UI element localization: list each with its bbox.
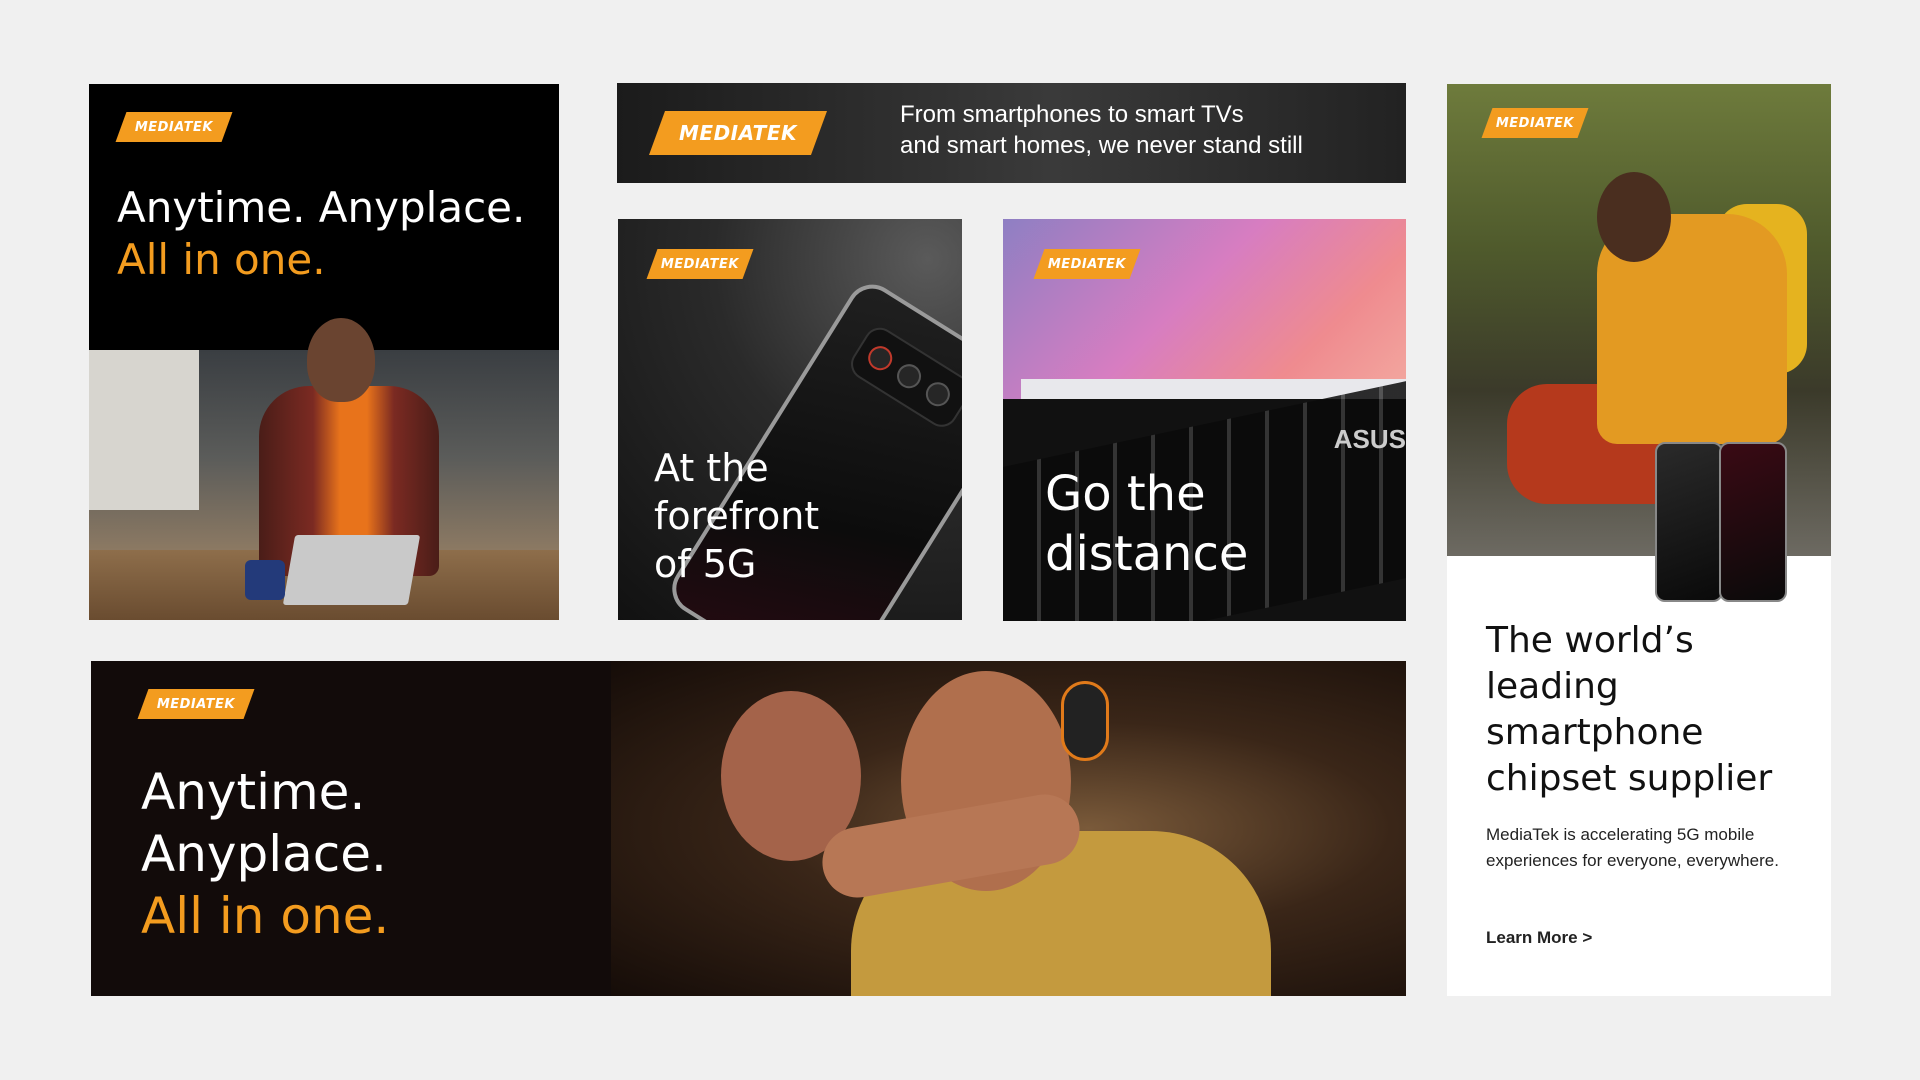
title-line-1: The world’s — [1486, 620, 1694, 661]
banner-text-line-1: From smartphones to smart TVs — [900, 101, 1244, 128]
headline-line-2: distance — [1045, 526, 1249, 582]
mediatek-logo: MEDIATEK — [648, 111, 828, 155]
headline-line-1: Anytime. Anyplace. — [117, 183, 526, 232]
headline: Anytime. Anyplace. All in one. — [141, 761, 389, 947]
title-line-3: smartphone — [1486, 712, 1704, 753]
mediatek-logo: MEDIATEK — [115, 112, 233, 142]
laptop-screen-image — [1003, 219, 1406, 399]
headline-line-2: forefront — [654, 494, 820, 538]
headline: Anytime. Anyplace. All in one. — [117, 182, 525, 286]
headline-line-1: Go the — [1045, 466, 1206, 522]
mediatek-logo: MEDIATEK — [646, 249, 754, 279]
title-line-4: chipset supplier — [1486, 758, 1773, 799]
headphones-image — [1061, 681, 1109, 761]
ad-card-chipset-supplier[interactable]: MEDIATEK The world’s leading smartphone … — [1447, 84, 1831, 996]
ad-card-anytime-square[interactable]: MEDIATEK Anytime. Anyplace. All in one. — [89, 84, 559, 620]
mediatek-logo: MEDIATEK — [1481, 108, 1589, 138]
headline-line-1: At the — [654, 446, 769, 490]
headline-accent-line: All in one. — [141, 887, 390, 945]
kitchen-man-photo — [89, 318, 559, 620]
headline-line-3: of 5G — [654, 542, 757, 586]
smartphone-pair-image — [1655, 442, 1787, 602]
ad-card-go-the-distance[interactable]: ASUS MEDIATEK Go the distance — [1003, 219, 1406, 621]
ad-banner-smartphones[interactable]: MEDIATEK From smartphones to smart TVs a… — [617, 83, 1406, 183]
title-line-2: leading — [1486, 666, 1619, 707]
banner-text: From smartphones to smart TVs and smart … — [900, 99, 1303, 161]
headline-line-1: Anytime. — [141, 763, 366, 821]
card-title: The world’s leading smartphone chipset s… — [1486, 618, 1772, 802]
headline-accent-line: All in one. — [117, 235, 326, 284]
card-body-text: MediaTek is accelerating 5G mobile exper… — [1486, 825, 1779, 870]
headline: Go the distance — [1045, 464, 1248, 584]
banner-text-line-2: and smart homes, we never stand still — [900, 132, 1303, 159]
mediatek-logo: MEDIATEK — [137, 689, 255, 719]
ad-card-5g[interactable]: MEDIATEK At the forefront of 5G — [618, 219, 962, 620]
mediatek-logo: MEDIATEK — [1033, 249, 1141, 279]
laptop-brand-label: ASUS — [1333, 424, 1406, 454]
couple-photo — [611, 661, 1406, 996]
headline: At the forefront of 5G — [654, 444, 819, 588]
learn-more-link[interactable]: Learn More > — [1486, 928, 1592, 948]
headline-line-2: Anyplace. — [141, 825, 387, 883]
ad-banner-anytime-wide[interactable]: MEDIATEK Anytime. Anyplace. All in one. — [91, 661, 1406, 996]
